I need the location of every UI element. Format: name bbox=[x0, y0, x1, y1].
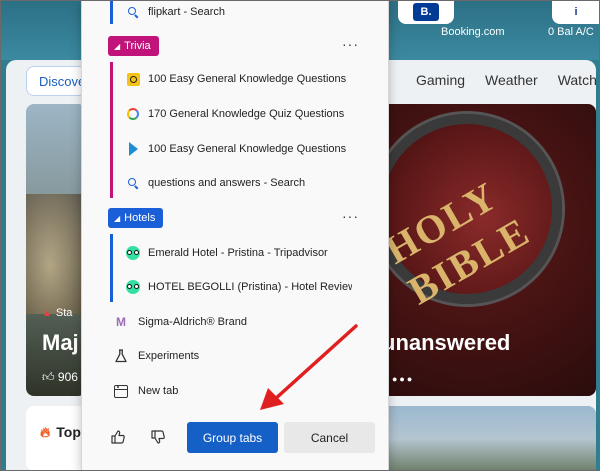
source-logo-icon: ▲ bbox=[42, 308, 52, 319]
feed-tab-gaming[interactable]: Gaming bbox=[406, 66, 475, 88]
bank-tile-label: 0 Bal A/C bbox=[548, 26, 594, 38]
news-card-likes[interactable]: 👍︎ 906 bbox=[42, 370, 78, 385]
sigma-aldrich-icon: M bbox=[116, 315, 126, 329]
news-card-source: ▲ Sta bbox=[42, 307, 72, 319]
search-icon bbox=[126, 176, 140, 190]
tab-title: flipkart - Search bbox=[148, 6, 226, 18]
tab-row[interactable]: New tab bbox=[82, 376, 388, 406]
chevron-right-icon bbox=[126, 142, 140, 156]
tab-title: 170 General Knowledge Quiz Questions bbox=[148, 108, 345, 120]
tripadvisor-icon bbox=[126, 280, 140, 294]
bank-tile[interactable]: i bbox=[552, 0, 600, 24]
thumbs-up-icon: 👍︎ bbox=[42, 370, 55, 384]
news-card-source-name: Sta bbox=[55, 307, 73, 319]
group-name: Hotels bbox=[124, 212, 156, 224]
group-chip-trivia[interactable]: ◢ Trivia bbox=[108, 36, 159, 56]
flame-icon: 🔥︎ bbox=[40, 424, 51, 440]
tab-title: HOTEL BEGOLLI (Pristina) - Hotel Reviews bbox=[148, 281, 352, 293]
carousel-dots[interactable]: ●●● bbox=[392, 374, 414, 384]
collapse-triangle-icon: ◢ bbox=[114, 41, 121, 51]
group-more-options-icon[interactable]: ··· bbox=[342, 36, 358, 52]
tab-row[interactable]: Emerald Hotel - Pristina - Tripadvisor bbox=[82, 238, 388, 268]
tab-title: Sigma-Aldrich® Brand bbox=[138, 316, 247, 328]
top-stories-heading: 🔥︎ Top bbox=[40, 424, 81, 441]
collapse-triangle-icon: ◢ bbox=[114, 213, 121, 223]
group-more-options-icon[interactable]: ··· bbox=[342, 208, 358, 224]
tab-title: 100 Easy General Knowledge Questions bbox=[148, 73, 347, 85]
google-icon bbox=[126, 107, 140, 121]
tab-row[interactable]: questions and answers - Search bbox=[82, 168, 388, 198]
group-tabs-button[interactable]: Group tabs bbox=[187, 422, 278, 453]
discover-tab[interactable]: Discove bbox=[26, 66, 86, 96]
group-chip-hotels[interactable]: ◢ Hotels bbox=[108, 208, 164, 228]
booking-tile-label: Booking.com bbox=[441, 26, 505, 38]
news-card-left[interactable]: ▲ Sta Maj 👍︎ 906 bbox=[26, 104, 86, 396]
feed-tab-strip: ey Gaming Weather Watch bbox=[372, 66, 600, 88]
tab-row[interactable]: 100 Easy General Knowledge Questions bbox=[82, 134, 388, 164]
panel-footer: Group tabs Cancel bbox=[82, 410, 388, 471]
city-card[interactable] bbox=[380, 406, 596, 471]
qa-icon bbox=[126, 72, 140, 86]
feed-tab-watch[interactable]: Watch bbox=[548, 66, 600, 88]
search-icon bbox=[126, 5, 140, 19]
tripadvisor-icon bbox=[126, 246, 140, 260]
tab-row[interactable]: flipkart - Search bbox=[82, 0, 388, 27]
tab-row[interactable]: 100 Easy General Knowledge Questions bbox=[82, 64, 388, 94]
tab-title: 100 Easy General Knowledge Questions bbox=[148, 143, 347, 155]
thumbs-up-icon[interactable] bbox=[105, 424, 131, 450]
flask-icon bbox=[113, 348, 129, 364]
news-card-title: Maj bbox=[42, 330, 79, 355]
tab-row[interactable]: M Sigma-Aldrich® Brand bbox=[82, 307, 388, 337]
new-tab-icon bbox=[113, 383, 129, 399]
group-name: Trivia bbox=[124, 40, 151, 52]
cancel-button[interactable]: Cancel bbox=[284, 422, 375, 453]
tab-row[interactable]: HOTEL BEGOLLI (Pristina) - Hotel Reviews bbox=[82, 272, 388, 302]
tab-title: Experiments bbox=[138, 350, 200, 362]
top-stories-label: Top bbox=[56, 424, 81, 440]
news-card-right-title: unanswered bbox=[382, 330, 511, 355]
tab-row[interactable]: Experiments bbox=[82, 341, 388, 371]
tab-title: New tab bbox=[138, 385, 179, 397]
news-card-right[interactable]: HOLY BIBLE unanswered ●●● bbox=[380, 104, 596, 396]
bank-logo-icon: i bbox=[574, 6, 578, 18]
news-card-like-count: 906 bbox=[57, 370, 78, 384]
tab-title: questions and answers - Search bbox=[148, 177, 306, 189]
tab-row[interactable]: 170 General Knowledge Quiz Questions bbox=[82, 99, 388, 129]
booking-logo-icon: B. bbox=[413, 3, 439, 21]
feed-tab-weather[interactable]: Weather bbox=[475, 66, 548, 88]
tab-grouping-panel: flipkart - Search ◢ Trivia ··· 100 Easy G… bbox=[81, 0, 389, 471]
thumbs-down-icon[interactable] bbox=[145, 424, 171, 450]
booking-tile[interactable]: B. bbox=[398, 0, 454, 24]
news-card-image bbox=[26, 194, 86, 314]
tab-title: Emerald Hotel - Pristina - Tripadvisor bbox=[148, 247, 328, 259]
